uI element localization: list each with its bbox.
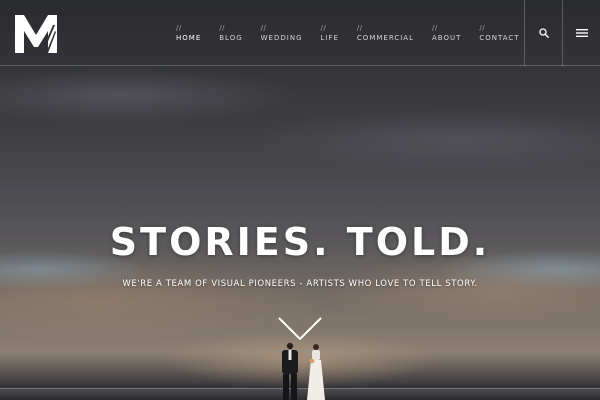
- nav-label: BLOG: [219, 34, 243, 42]
- nav-label: ABOUT: [431, 34, 462, 42]
- nav-slash: //: [219, 24, 225, 32]
- hero-tagline: WE'RE A TEAM OF VISUAL PIONEERS - ARTIST…: [122, 279, 478, 289]
- nav-item-home[interactable]: // HOME: [176, 24, 201, 44]
- nav-slash: //: [176, 24, 182, 32]
- hamburger-menu-icon: [575, 29, 588, 37]
- nav-slash: //: [320, 24, 327, 32]
- search-icon: [538, 28, 549, 38]
- main-nav: // HOME // BLOG // WEDDING // LIFE // CO…: [176, 24, 538, 44]
- chevron-down-icon[interactable]: [277, 316, 323, 342]
- nav-item-wedding[interactable]: // WEDDING: [261, 24, 303, 44]
- hero-section: // HOME // BLOG // WEDDING // LIFE // CO…: [0, 0, 600, 400]
- nav-slash: //: [356, 24, 363, 32]
- nav-label: LIFE: [320, 34, 339, 42]
- nav-label: COMMERCIAL: [356, 34, 414, 42]
- logo-m-icon[interactable]: [15, 13, 57, 53]
- nav-item-about[interactable]: // ABOUT: [432, 24, 461, 44]
- nav-slash: //: [260, 24, 267, 32]
- hero-headline: STORIES. TOLD.: [109, 220, 491, 264]
- nav-item-blog[interactable]: // BLOG: [219, 24, 242, 44]
- nav-slash: //: [431, 24, 438, 32]
- nav-label: CONTACT: [479, 34, 520, 42]
- couple-silhouette: [282, 342, 325, 400]
- nav-label: WEDDING: [260, 34, 303, 42]
- nav-item-life[interactable]: // LIFE: [321, 24, 339, 44]
- search-button[interactable]: [524, 0, 562, 66]
- nav-item-commercial[interactable]: // COMMERCIAL: [357, 24, 414, 44]
- nav-slash: //: [479, 24, 486, 32]
- site-header: // HOME // BLOG // WEDDING // LIFE // CO…: [0, 0, 600, 66]
- nav-label: HOME: [176, 34, 202, 42]
- menu-button[interactable]: [562, 0, 600, 66]
- nav-item-contact[interactable]: // CONTACT: [479, 24, 519, 44]
